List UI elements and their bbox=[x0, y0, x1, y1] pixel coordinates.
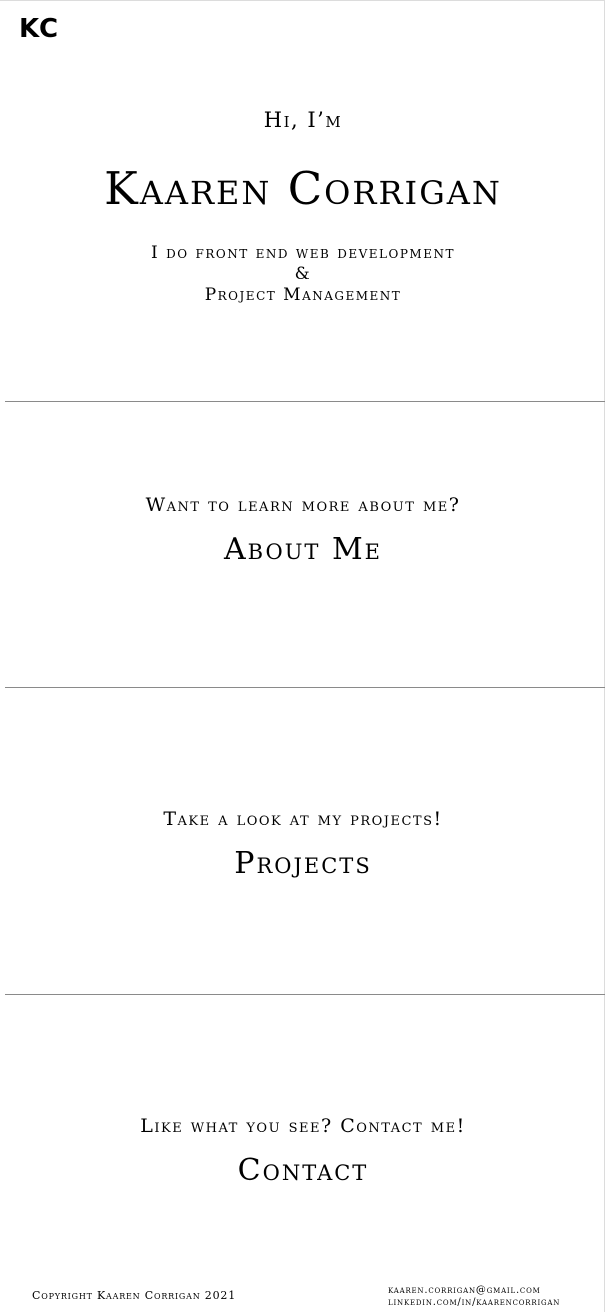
about-prompt: Want to learn more about me? bbox=[145, 494, 461, 516]
contact-link[interactable]: Contact bbox=[238, 1153, 369, 1188]
section-divider bbox=[5, 994, 605, 995]
about-section: Want to learn more about me? About Me bbox=[0, 494, 606, 567]
projects-section: Take a look at my projects! Projects bbox=[0, 808, 606, 881]
section-divider bbox=[5, 687, 605, 688]
copyright-text: Copyright Kaaren Corrigan 2021 bbox=[32, 1289, 236, 1302]
projects-link[interactable]: Projects bbox=[234, 846, 371, 881]
contact-section: Like what you see? Contact me! Contact bbox=[0, 1115, 606, 1188]
email-link[interactable]: kaaren.corrigan@gmail.com bbox=[388, 1285, 560, 1297]
hero-greeting: Hi, I’m bbox=[263, 108, 343, 132]
linkedin-link[interactable]: linkedin.com/in/kaarencorrigan bbox=[388, 1297, 560, 1309]
tagline-line: Project Management bbox=[204, 285, 402, 305]
hero-section: Hi, I’m Kaaren Corrigan I do front end w… bbox=[0, 0, 606, 402]
contact-prompt: Like what you see? Contact me! bbox=[140, 1115, 466, 1137]
hero-name: Kaaren Corrigan bbox=[104, 162, 502, 215]
projects-prompt: Take a look at my projects! bbox=[163, 808, 443, 830]
section-divider bbox=[5, 401, 605, 402]
about-me-link[interactable]: About Me bbox=[224, 532, 382, 567]
hero-tagline: I do front end web development & Project… bbox=[0, 243, 606, 306]
tagline-line: I do front end web development bbox=[151, 243, 455, 263]
footer-links: kaaren.corrigan@gmail.com linkedin.com/i… bbox=[388, 1285, 560, 1309]
tagline-line: & bbox=[294, 264, 312, 284]
